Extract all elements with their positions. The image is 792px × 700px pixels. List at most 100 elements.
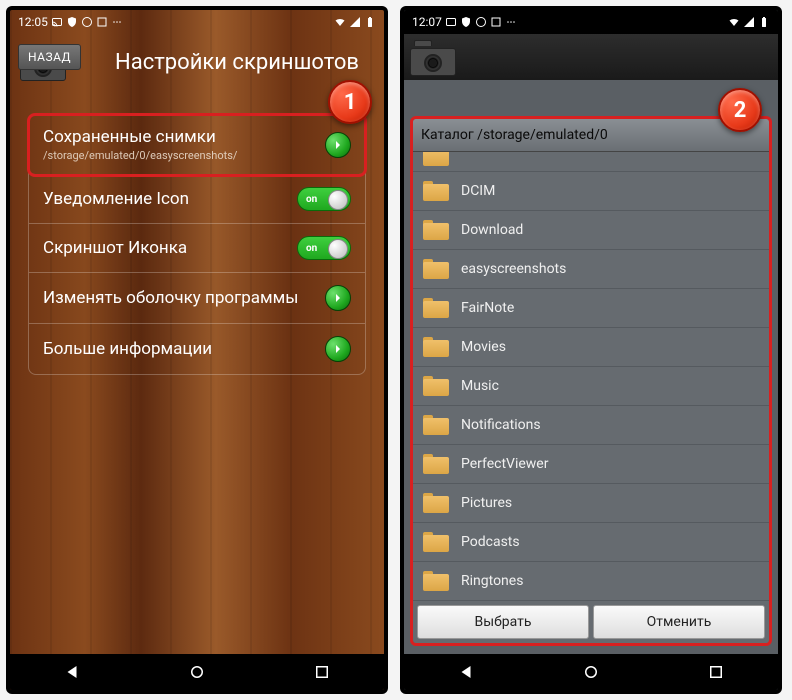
status-right bbox=[728, 16, 770, 28]
row-label: Изменять оболочку программы bbox=[43, 288, 298, 308]
more-icon bbox=[505, 16, 517, 28]
folder-name: Notifications bbox=[461, 417, 541, 433]
row-sublabel: /storage/emulated/0/easyscreenshots/ bbox=[43, 149, 237, 162]
folder-name: DCIM bbox=[461, 183, 495, 199]
wifi-icon bbox=[728, 16, 740, 28]
folder-icon bbox=[423, 220, 449, 240]
cast-icon bbox=[51, 16, 63, 28]
list-item[interactable]: Podcasts bbox=[413, 523, 769, 562]
dialog-buttons: Выбрать Отменить bbox=[413, 601, 769, 643]
folder-name: Music bbox=[461, 378, 499, 394]
folder-icon bbox=[423, 571, 449, 591]
folder-icon bbox=[423, 152, 449, 166]
wifi-icon bbox=[334, 16, 346, 28]
folder-icon bbox=[423, 181, 449, 201]
page-title: Настройки скриншотов bbox=[100, 50, 374, 75]
status-time: 12:05 bbox=[18, 15, 48, 29]
settings-row-change-skin[interactable]: Изменять оболочку программы bbox=[29, 273, 365, 324]
folder-name: FairNote bbox=[461, 300, 514, 316]
battery-icon bbox=[364, 16, 376, 28]
nav-back-icon[interactable] bbox=[457, 663, 475, 681]
folder-name: easyscreenshots bbox=[461, 261, 566, 277]
nav-recent-icon[interactable] bbox=[707, 663, 725, 681]
camera-icon bbox=[410, 38, 456, 76]
nav-bar bbox=[404, 654, 778, 690]
battery-icon bbox=[758, 16, 770, 28]
step-badge-1: 1 bbox=[328, 80, 372, 124]
settings-row-notification-icon[interactable]: Уведомление Icon on bbox=[29, 175, 365, 224]
list-item[interactable]: easyscreenshots bbox=[413, 250, 769, 289]
screenshot-icon bbox=[490, 16, 502, 28]
circle-icon bbox=[81, 16, 93, 28]
folder-name: Podcasts bbox=[461, 534, 520, 550]
list-item[interactable]: Movies bbox=[413, 328, 769, 367]
folder-name: Pictures bbox=[461, 495, 512, 511]
row-label: Уведомление Icon bbox=[43, 189, 189, 209]
select-button[interactable]: Выбрать bbox=[417, 605, 589, 639]
phone-right: 12:07 2 Каталог /storage/emulated/0 bbox=[400, 6, 782, 694]
more-icon bbox=[111, 16, 123, 28]
folder-icon bbox=[423, 337, 449, 357]
nav-bar bbox=[10, 654, 384, 690]
phone-right-inner: 12:07 2 Каталог /storage/emulated/0 bbox=[404, 10, 778, 690]
shield-icon bbox=[460, 16, 472, 28]
list-item[interactable]: Music bbox=[413, 367, 769, 406]
signal-icon bbox=[349, 16, 361, 28]
list-item[interactable]: Ringtones bbox=[413, 562, 769, 601]
cancel-button[interactable]: Отменить bbox=[593, 605, 765, 639]
list-item[interactable]: FairNote bbox=[413, 289, 769, 328]
folder-name: Ringtones bbox=[461, 573, 523, 589]
folder-name: Download bbox=[461, 222, 523, 238]
chevron-right-icon bbox=[325, 132, 351, 158]
circle-icon bbox=[475, 16, 487, 28]
folder-list[interactable]: DCIM Download easyscreenshots FairNote M… bbox=[413, 152, 769, 601]
settings-row-screenshot-icon[interactable]: Скриншот Иконка on bbox=[29, 224, 365, 273]
status-right bbox=[334, 16, 376, 28]
path-header: Каталог /storage/emulated/0 bbox=[413, 119, 769, 152]
toggle-on[interactable]: on bbox=[297, 187, 351, 211]
folder-icon bbox=[423, 259, 449, 279]
settings-row-saved-snapshots[interactable]: Сохраненные снимки /storage/emulated/0/e… bbox=[29, 115, 365, 175]
folder-icon bbox=[423, 415, 449, 435]
row-label: Скриншот Иконка bbox=[43, 238, 187, 258]
folder-icon bbox=[423, 298, 449, 318]
nav-home-icon[interactable] bbox=[582, 663, 600, 681]
folder-name: PerfectViewer bbox=[461, 456, 548, 472]
toggle-on[interactable]: on bbox=[297, 236, 351, 260]
phone-left-inner: 12:05 НАЗАД Настройки скриншотов 1 bbox=[10, 10, 384, 690]
step-badge-2: 2 bbox=[718, 88, 762, 132]
row-label: Сохраненные снимки bbox=[43, 127, 237, 147]
chevron-right-icon bbox=[325, 336, 351, 362]
back-button[interactable]: НАЗАД bbox=[18, 44, 81, 70]
settings-row-more-info[interactable]: Больше информации bbox=[29, 324, 365, 374]
shield-icon bbox=[66, 16, 78, 28]
chevron-right-icon bbox=[325, 285, 351, 311]
list-item[interactable]: Pictures bbox=[413, 484, 769, 523]
phone-left: 12:05 НАЗАД Настройки скриншотов 1 bbox=[6, 6, 388, 694]
app-bar bbox=[404, 34, 778, 80]
nav-back-icon[interactable] bbox=[63, 663, 81, 681]
list-item[interactable]: DCIM bbox=[413, 172, 769, 211]
folder-icon bbox=[423, 454, 449, 474]
folder-icon bbox=[423, 532, 449, 552]
screenshot-icon bbox=[96, 16, 108, 28]
signal-icon bbox=[743, 16, 755, 28]
cast-icon bbox=[445, 16, 457, 28]
folder-name: Movies bbox=[461, 339, 506, 355]
folder-icon bbox=[423, 376, 449, 396]
nav-home-icon[interactable] bbox=[188, 663, 206, 681]
settings-list: Сохраненные снимки /storage/emulated/0/e… bbox=[28, 114, 366, 375]
list-item[interactable] bbox=[413, 152, 769, 172]
status-left: 12:05 bbox=[18, 15, 123, 29]
list-item[interactable]: Notifications bbox=[413, 406, 769, 445]
nav-recent-icon[interactable] bbox=[313, 663, 331, 681]
list-item[interactable]: Download bbox=[413, 211, 769, 250]
status-left: 12:07 bbox=[412, 15, 517, 29]
folder-picker-dialog: Каталог /storage/emulated/0 DCIM Downloa… bbox=[410, 116, 772, 646]
status-bar: 12:05 bbox=[10, 10, 384, 34]
folder-icon bbox=[423, 493, 449, 513]
list-item[interactable]: PerfectViewer bbox=[413, 445, 769, 484]
status-time: 12:07 bbox=[412, 15, 442, 29]
row-label: Больше информации bbox=[43, 339, 212, 359]
status-bar: 12:07 bbox=[404, 10, 778, 34]
